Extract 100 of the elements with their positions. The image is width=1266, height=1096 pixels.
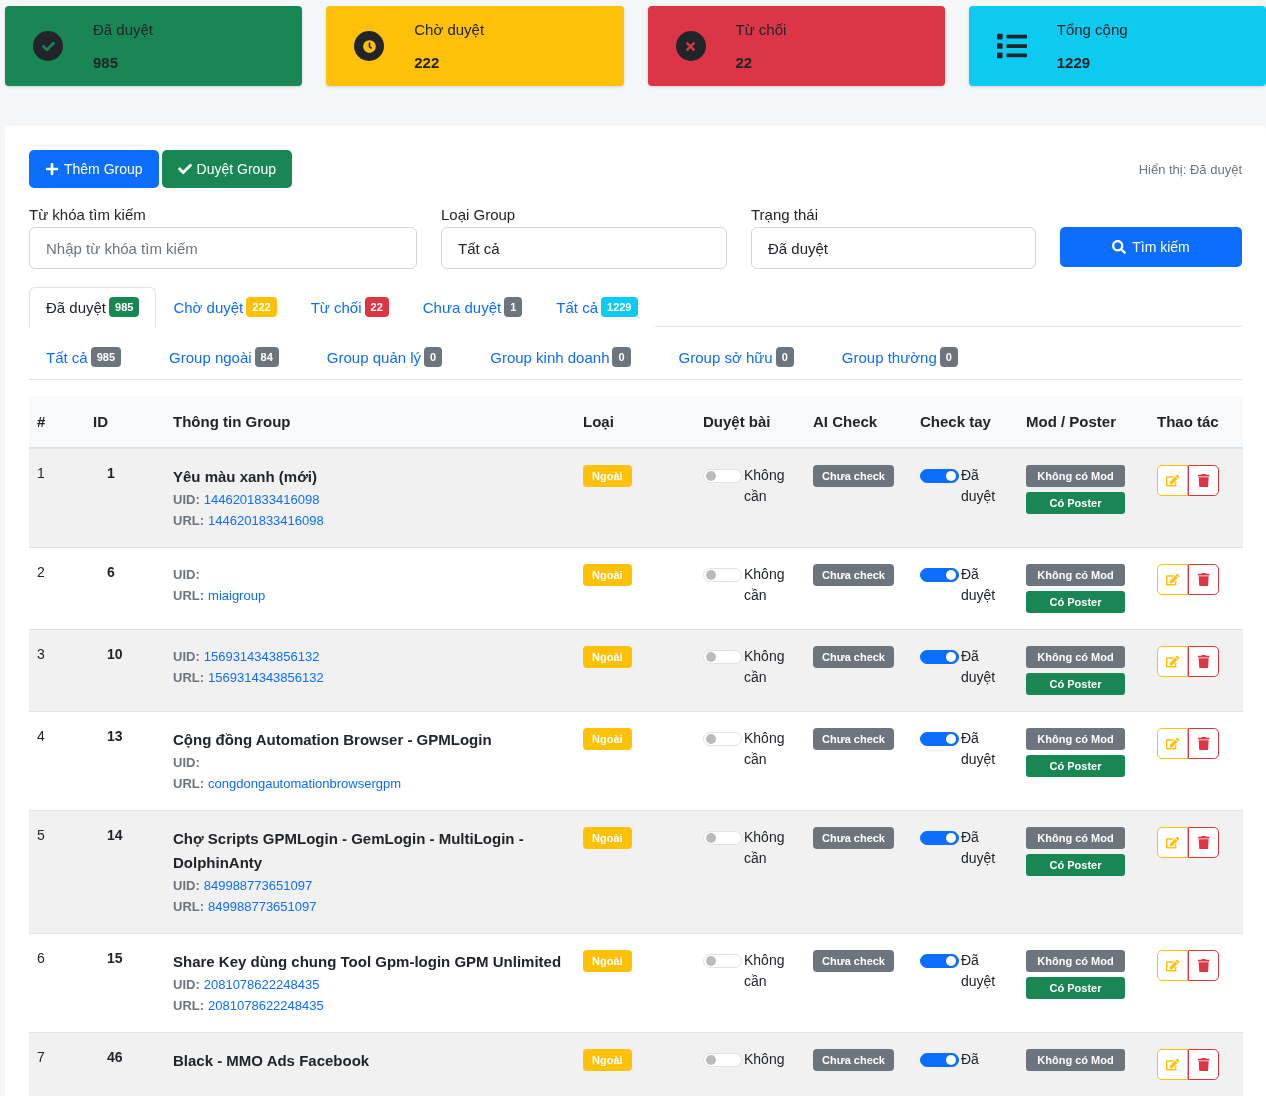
- trash-icon: [1196, 1057, 1211, 1072]
- plus-icon: [45, 162, 59, 176]
- search-field[interactable]: Nhập từ khóa tìm kiếm: [29, 227, 417, 269]
- ai-check-badge: Chưa check: [813, 827, 894, 849]
- id-cell-text: 13: [106, 728, 123, 744]
- approve-group-button[interactable]: Duyệt Group: [161, 150, 292, 188]
- type-tab[interactable]: Group ngoài 84: [152, 343, 296, 371]
- trash-icon: [1196, 572, 1211, 587]
- id-cell-text: 10: [106, 646, 123, 662]
- ai-check-badge: Chưa check: [813, 564, 894, 586]
- close-icon: [675, 31, 706, 61]
- url-label: URL:: [173, 512, 205, 530]
- delete-button[interactable]: [1188, 465, 1219, 496]
- url-link[interactable]: 849988773651097: [208, 896, 317, 917]
- trash-icon: [1196, 835, 1211, 850]
- mod-badge: Không có Mod: [1026, 728, 1125, 750]
- url-link[interactable]: congdongautomationbrowsergpm: [208, 773, 401, 794]
- type-badge: Ngoài: [583, 728, 632, 750]
- toggle-switch[interactable]: [920, 469, 959, 483]
- trash-icon: [1196, 736, 1211, 751]
- toggle-switch[interactable]: [920, 1053, 959, 1067]
- search-button[interactable]: Tìm kiếm: [1060, 227, 1242, 267]
- type-select[interactable]: Tất cả: [441, 227, 727, 269]
- url-link[interactable]: 2081078622248435: [208, 995, 324, 1016]
- row-number: 2: [37, 564, 45, 580]
- trash-icon: [1196, 958, 1211, 973]
- count-badge: 84: [254, 347, 279, 367]
- id-cell-text: 6: [106, 564, 115, 580]
- group-name: Chợ Scripts GPMLogin - GemLogin - MultiLogin - DolphinAnty: [173, 829, 525, 873]
- id-cell-text: 46: [106, 1049, 123, 1065]
- uid-link[interactable]: 2081078622248435: [203, 974, 320, 995]
- delete-button[interactable]: [1188, 827, 1219, 858]
- id-cell-text: 14: [106, 827, 123, 843]
- column-header: Thông tin Group: [165, 396, 575, 448]
- count-badge: 222: [246, 297, 277, 317]
- url-label: URL:: [173, 587, 205, 605]
- stat-label: Chờ duyệt: [414, 21, 485, 38]
- delete-button[interactable]: [1188, 646, 1219, 677]
- mod-badge: Không có Mod: [1026, 827, 1125, 849]
- edit-icon: [1165, 835, 1180, 850]
- uid-label: UID:: [173, 566, 200, 584]
- count-badge: 0: [424, 347, 443, 367]
- toggle-switch[interactable]: [920, 831, 959, 845]
- type-badge: Ngoài: [583, 827, 632, 849]
- uid-link[interactable]: 1569314343856132: [203, 646, 320, 667]
- delete-button[interactable]: [1188, 1049, 1219, 1080]
- row-number: 4: [37, 728, 45, 744]
- toggle-switch[interactable]: [920, 732, 959, 746]
- toggle-label: Đã duyệt: [961, 466, 997, 506]
- stat-value: 22: [735, 54, 754, 71]
- url-link[interactable]: 1446201833416098: [208, 510, 324, 531]
- type-badge: Ngoài: [583, 1049, 632, 1071]
- toggle-switch[interactable]: [920, 568, 959, 582]
- column-header: AI Check: [805, 396, 912, 448]
- row-number: 3: [37, 646, 45, 662]
- row-number: 7: [37, 1049, 45, 1065]
- delete-button[interactable]: [1188, 728, 1219, 759]
- toggle-switch[interactable]: [920, 954, 959, 968]
- toggle-label: Đã duyệt: [961, 828, 997, 868]
- edit-icon: [1165, 736, 1180, 751]
- status-select[interactable]: Đã duyệt: [751, 227, 1036, 269]
- uid-link[interactable]: 849988773651097: [203, 875, 313, 896]
- url-label: URL:: [173, 997, 205, 1015]
- poster-badge: Có Poster: [1026, 591, 1125, 613]
- stat-label: Từ chối: [735, 21, 787, 38]
- toggle-label: Không cần: [744, 466, 786, 506]
- url-label: URL:: [173, 669, 205, 687]
- group-name: Black - MMO Ads Facebook: [173, 1051, 371, 1071]
- id-cell-text: 1: [106, 465, 115, 481]
- ai-check-badge: Chưa check: [813, 1049, 894, 1071]
- type-tab[interactable]: Group kinh doanh 0: [473, 343, 648, 371]
- uid-link[interactable]: 1446201833416098: [203, 489, 320, 510]
- type-tab[interactable]: Group sở hữu 0: [661, 343, 811, 371]
- type-tab[interactable]: Group thường 0: [824, 343, 975, 371]
- edit-icon: [1165, 654, 1180, 669]
- toggle-label: Không cần: [744, 565, 786, 605]
- column-header: ID: [85, 396, 165, 448]
- trash-icon: [1196, 473, 1211, 488]
- edit-icon: [1165, 572, 1180, 587]
- mod-badge: Không có Mod: [1026, 950, 1125, 972]
- toggle-switch[interactable]: [920, 650, 959, 664]
- ai-check-badge: Chưa check: [813, 950, 894, 972]
- count-badge: 0: [612, 347, 631, 367]
- group-name: Share Key dùng chung Tool Gpm-login GPM Unlimited: [173, 952, 563, 972]
- uid-label: UID:: [173, 648, 200, 666]
- type-tab[interactable]: Tất cả 985: [29, 343, 139, 371]
- count-badge: 0: [775, 347, 794, 367]
- add-group-button[interactable]: Thêm Group: [29, 150, 159, 188]
- check-icon: [33, 31, 63, 61]
- status-tab[interactable]: Đã duyệt 985: [29, 287, 157, 327]
- poster-badge: Có Poster: [1026, 492, 1125, 514]
- delete-button[interactable]: [1188, 950, 1219, 981]
- type-badge: Ngoài: [583, 950, 632, 972]
- toggle-label: Đã duyệt: [961, 647, 997, 687]
- edit-icon: [1165, 1057, 1180, 1072]
- url-link[interactable]: 1569314343856132: [208, 667, 324, 688]
- url-link[interactable]: miaigroup: [208, 585, 266, 606]
- search-icon: [1112, 240, 1127, 254]
- delete-button[interactable]: [1188, 564, 1219, 595]
- type-tab[interactable]: Group quản lý 0: [309, 343, 460, 371]
